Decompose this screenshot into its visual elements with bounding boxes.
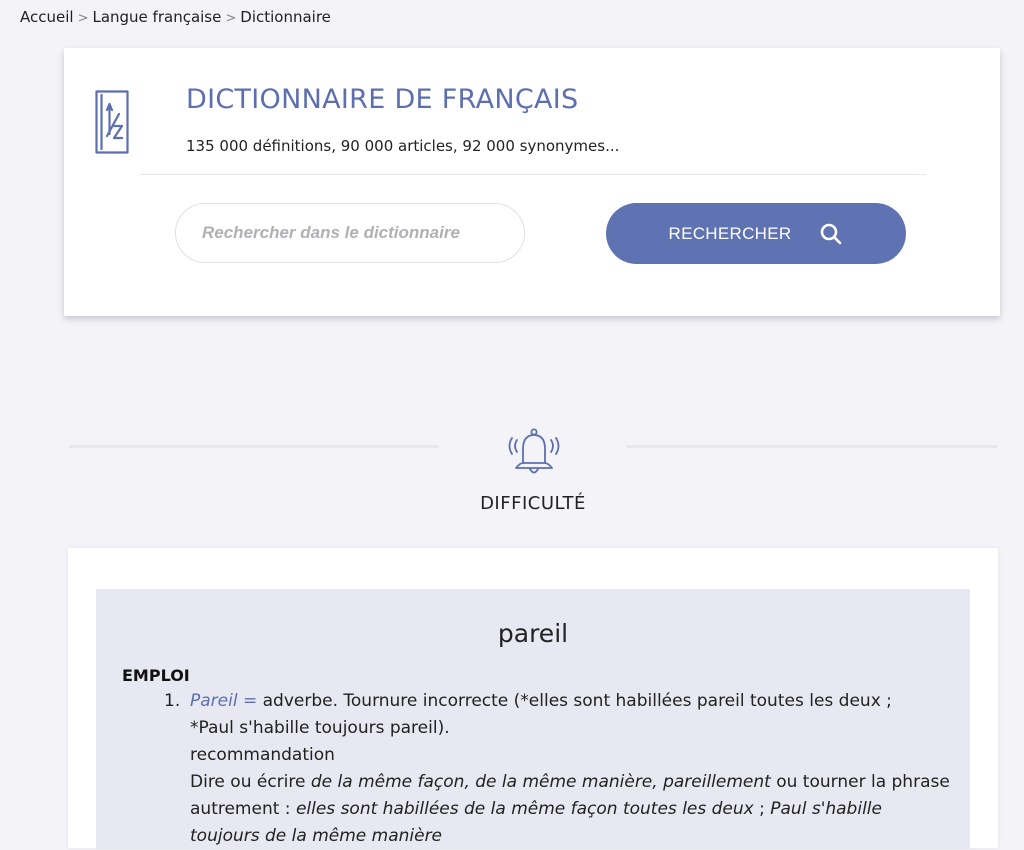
entry-text: Dire ou écrire <box>190 772 311 792</box>
bell-icon <box>508 428 560 474</box>
breadcrumb-link-home[interactable]: Accueil <box>20 8 74 26</box>
section-title: DIFFICULTÉ <box>480 493 586 514</box>
entry-panel: pareil EMPLOI 1. Pareil = adverbe. Tourn… <box>96 589 970 849</box>
breadcrumb-link-french-language[interactable]: Langue française <box>92 8 221 26</box>
search-icon <box>821 223 842 244</box>
entry-text: adverbe. Tournure incorrecte (*elles son… <box>257 691 892 711</box>
section-divider-right <box>626 445 997 448</box>
entry-list: 1. Pareil = adverbe. Tournure incorrecte… <box>152 688 952 850</box>
search-button[interactable]: RECHERCHER <box>606 203 906 264</box>
recommendation-label: recommandation <box>190 745 335 765</box>
breadcrumb: Accueil > Langue française > Dictionnaire <box>20 8 331 26</box>
breadcrumb-current: Dictionnaire <box>240 8 331 26</box>
breadcrumb-separator: > <box>77 11 89 26</box>
dictionary-title: DICTIONNAIRE DE FRANÇAIS <box>186 84 579 115</box>
divider <box>140 174 926 175</box>
entry-headword: pareil <box>497 619 569 648</box>
entry-example: de la même façon, de la même manière, pa… <box>310 772 771 792</box>
breadcrumb-separator: > <box>225 11 237 26</box>
search-input[interactable] <box>175 203 525 263</box>
search-button-label: RECHERCHER <box>668 223 792 243</box>
list-item-number: 1. <box>164 691 181 711</box>
entry-text: ; <box>753 799 771 819</box>
entry-term-link[interactable]: Pareil = <box>190 691 257 711</box>
a-to-z-dictionary-icon <box>95 90 129 154</box>
entry-text: *Paul s'habille toujours pareil). <box>190 718 450 738</box>
entry-section-label: EMPLOI <box>122 666 190 685</box>
list-item: 1. Pareil = adverbe. Tournure incorrecte… <box>152 688 952 850</box>
section-divider-left <box>69 445 439 448</box>
dictionary-card: DICTIONNAIRE DE FRANÇAIS 135 000 définit… <box>64 48 1000 316</box>
entry-card: pareil EMPLOI 1. Pareil = adverbe. Tourn… <box>68 548 998 849</box>
dictionary-subtitle: 135 000 définitions, 90 000 articles, 92… <box>186 137 620 155</box>
entry-example: elles sont habillées de la même façon to… <box>295 799 754 819</box>
